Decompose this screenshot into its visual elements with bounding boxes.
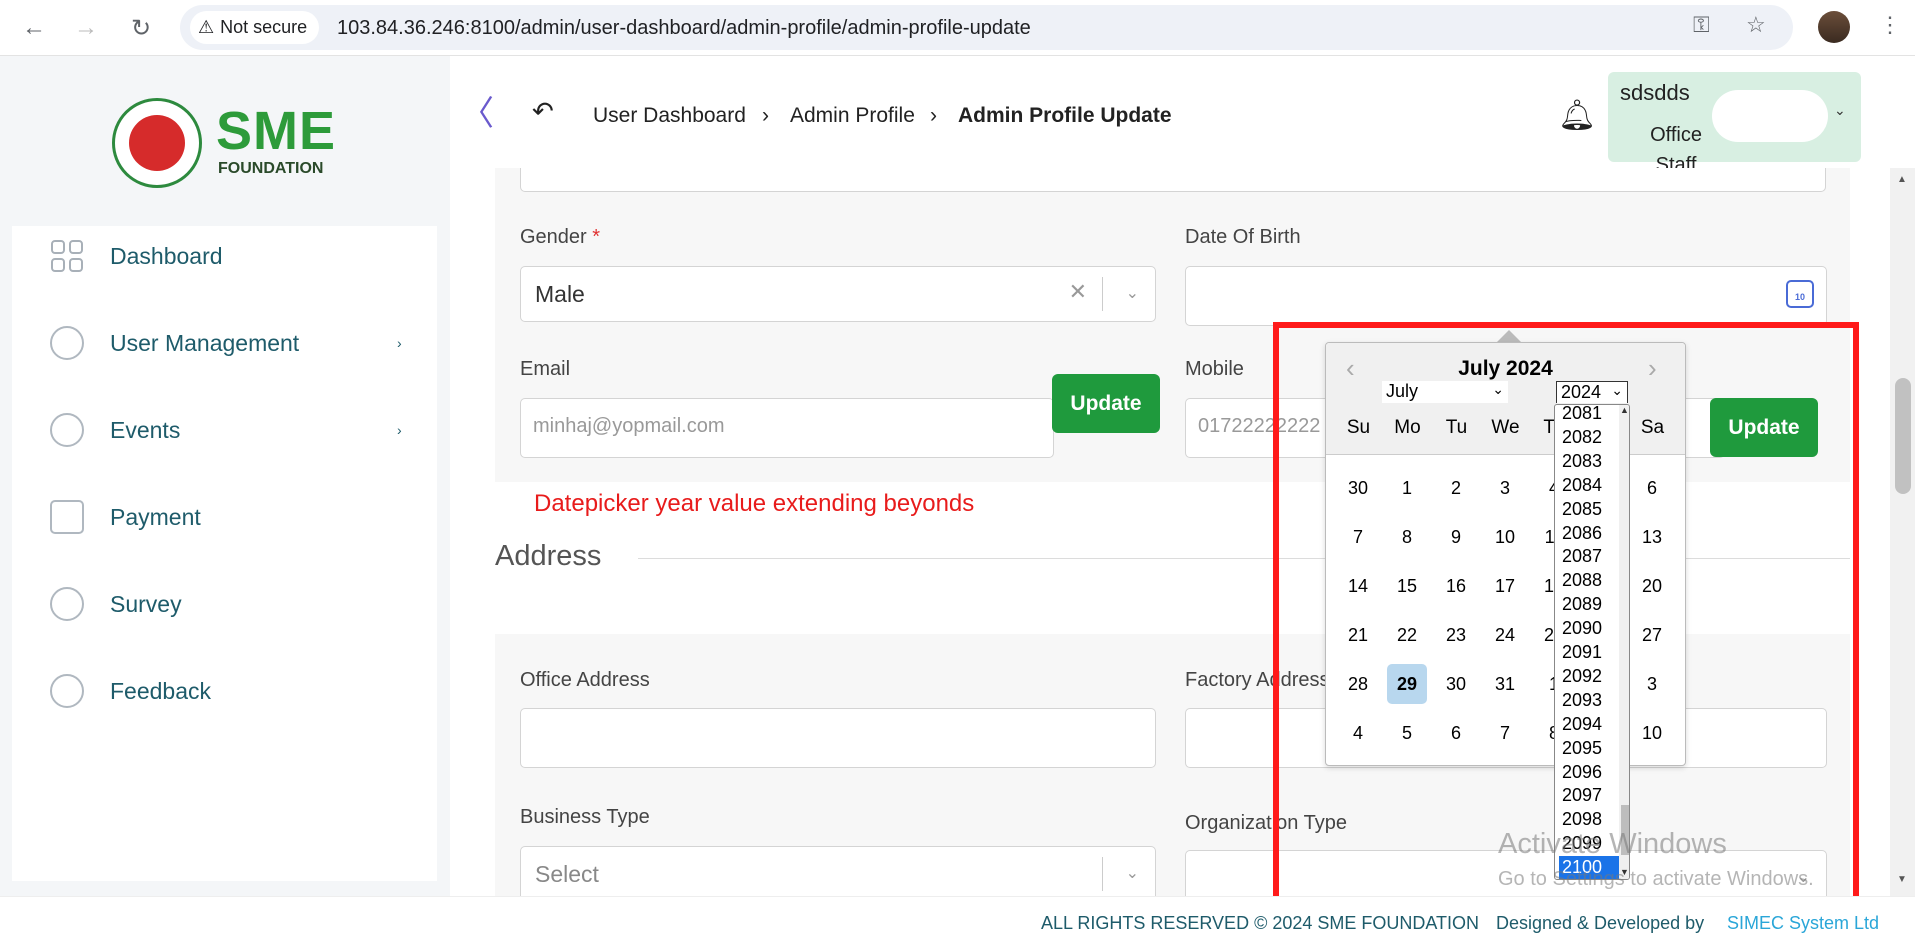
address-bar[interactable]: ⚠ Not secure 103.84.36.246:8100/admin/us… [180, 5, 1793, 50]
back-arrow-icon[interactable]: ← [18, 12, 50, 44]
email-update-button[interactable]: Update [1052, 374, 1160, 433]
pie-chart-icon [50, 587, 84, 621]
password-key-icon[interactable]: ⚿ [1693, 12, 1710, 38]
sidebar-item-dashboard[interactable]: Dashboard [12, 226, 437, 286]
security-label: Not secure [220, 17, 308, 37]
scroll-down-icon[interactable]: ▼ [1897, 874, 1907, 885]
collapse-sidebar-icon[interactable]: 〈 [460, 86, 494, 135]
address-section-title: Address [495, 540, 602, 572]
gender-select[interactable]: Male ✕ ⌄ [520, 266, 1156, 322]
logo-text: SME [216, 101, 337, 161]
sidebar-item-feedback[interactable]: Feedback [12, 661, 437, 721]
sidebar-item-label: Feedback [110, 677, 212, 704]
dob-input[interactable]: 10 [1185, 266, 1827, 326]
sme-foundation-logo[interactable]: SME FOUNDATION [110, 94, 350, 194]
scrolled-input-field[interactable] [520, 168, 1826, 192]
business-type-label: Business Type [520, 806, 650, 828]
dob-label: Date Of Birth [1185, 226, 1301, 248]
footer-designed-by: Designed & Developed by [1496, 913, 1705, 933]
email-placeholder: minhaj@yopmail.com [533, 415, 725, 437]
clear-icon[interactable]: ✕ [1069, 279, 1087, 305]
grid-icon [51, 240, 83, 272]
office-address-label: Office Address [520, 669, 650, 691]
notification-bell-icon[interactable]: 🔔︎ [1558, 98, 1596, 133]
breadcrumb-admin-profile[interactable]: Admin Profile [790, 104, 915, 128]
business-type-placeholder: Select [535, 861, 599, 887]
mobile-label: Mobile [1185, 358, 1244, 380]
highlight-box [1273, 322, 1859, 912]
sidebar-item-survey[interactable]: Survey [12, 574, 437, 634]
sidebar-item-user-management[interactable]: User Management › [12, 313, 437, 373]
sidebar-item-label: Dashboard [110, 242, 223, 269]
forward-arrow-icon[interactable]: → [70, 12, 102, 44]
sidebar-item-label: Survey [110, 590, 182, 617]
sidebar-item-label: User Management [110, 329, 300, 356]
avatar [1712, 90, 1828, 142]
sidebar-item-label: Payment [110, 503, 201, 530]
email-label: Email [520, 358, 571, 380]
security-badge[interactable]: ⚠ Not secure [190, 11, 320, 44]
shield-user-icon [50, 326, 84, 360]
page-scrollbar[interactable]: ▲ ▼ [1890, 168, 1915, 896]
business-type-select[interactable]: Select ⌄ [520, 846, 1156, 896]
footer: ALL RIGHTS RESERVED © 2024 SME FOUNDATIO… [0, 896, 1915, 947]
chevron-right-icon: › [397, 335, 402, 351]
browser-toolbar: ← → ↻ ⚠ Not secure 103.84.36.246:8100/ad… [0, 0, 1915, 56]
footer-developer-link[interactable]: SIMEC System Ltd [1727, 913, 1879, 934]
chevron-down-icon[interactable]: ⌄ [1126, 863, 1139, 883]
office-address-field[interactable] [520, 708, 1156, 768]
chevron-right-icon: › [397, 422, 402, 438]
chevron-down-icon[interactable]: ⌄ [1126, 283, 1139, 303]
back-icon[interactable]: ↶ [532, 96, 554, 127]
warning-icon: ⚠ [198, 17, 215, 37]
calendar-icon[interactable]: 10 [1786, 280, 1814, 308]
sidebar-item-label: Events [110, 416, 181, 443]
bookmark-star-icon[interactable]: ☆ [1746, 12, 1766, 38]
activate-windows-title: Activate Windows [1498, 828, 1727, 860]
breadcrumb-current-page: Admin Profile Update [958, 104, 1172, 127]
gender-label: Gender * [520, 226, 601, 248]
scroll-up-icon[interactable]: ▲ [1897, 174, 1907, 185]
sidebar-item-events[interactable]: Events › [12, 400, 437, 460]
scroll-thumb[interactable] [1895, 378, 1911, 494]
user-name: sdsdds [1620, 80, 1690, 105]
annotation-text: Datepicker year value extending beyonds [534, 490, 975, 517]
chevron-right-icon: › [762, 104, 769, 127]
top-header: 〈 ↶ User Dashboard › Admin Profile › Adm… [450, 56, 1915, 176]
footer-rights: ALL RIGHTS RESERVED © 2024 SME FOUNDATIO… [1041, 913, 1480, 933]
user-menu[interactable]: sdsdds Office Staff ⌄ [1608, 72, 1861, 176]
gender-value: Male [535, 281, 585, 307]
feedback-icon [50, 674, 84, 708]
activate-windows-subtitle: Go to Settings to activate Windows. [1498, 868, 1814, 890]
sidebar: SME FOUNDATION Dashboard User Management… [0, 56, 450, 896]
lock-icon [50, 413, 84, 447]
sidebar-item-payment[interactable]: Payment [12, 487, 437, 547]
sidebar-menu: Dashboard User Management › Events › Pay… [12, 226, 437, 881]
money-icon [50, 500, 84, 534]
chevron-right-icon: › [930, 104, 937, 127]
browser-profile-avatar[interactable] [1818, 11, 1850, 43]
email-field[interactable]: minhaj@yopmail.com [520, 398, 1054, 458]
logo-subtext: FOUNDATION [218, 160, 324, 177]
browser-menu-icon[interactable]: ⋮ [1879, 12, 1901, 38]
chevron-down-icon[interactable]: ⌄ [1834, 102, 1846, 119]
bangladesh-emblem-icon [112, 98, 202, 188]
url-text[interactable]: 103.84.36.246:8100/admin/user-dashboard/… [337, 17, 1031, 40]
reload-icon[interactable]: ↻ [125, 12, 157, 44]
breadcrumb-user-dashboard[interactable]: User Dashboard [593, 104, 746, 128]
